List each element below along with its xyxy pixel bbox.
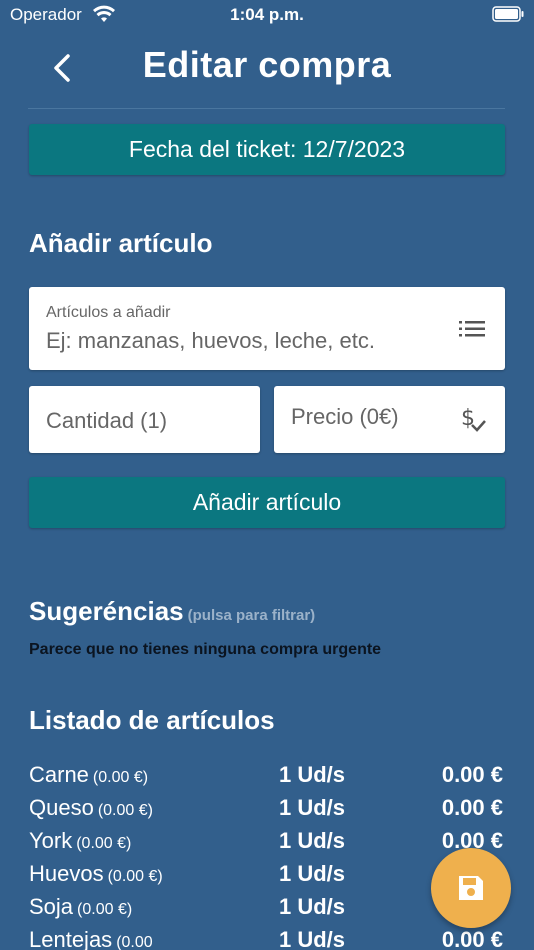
- item-name-text: Queso: [29, 795, 94, 820]
- item-total: 0.00 €: [441, 927, 503, 950]
- item-name: Queso (0.00 €): [29, 795, 153, 821]
- battery-icon: [492, 6, 524, 27]
- item-name: Carne (0.00 €): [29, 762, 148, 788]
- save-button[interactable]: [431, 848, 511, 928]
- list-item[interactable]: Carne (0.00 €) 1 Ud/s 0.00 €: [29, 758, 505, 791]
- items-input-placeholder: Ej: manzanas, huevos, leche, etc.: [46, 328, 375, 353]
- dollar-check-icon: $: [459, 403, 487, 440]
- item-unit-price: (0.00 €): [76, 835, 132, 852]
- items-input-label: Artículos a añadir: [46, 304, 171, 321]
- suggestions-title-text: Sugeréncias: [29, 596, 184, 626]
- ticket-date-button[interactable]: Fecha del ticket: 12/7/2023: [29, 124, 505, 175]
- item-quantity: 1 Ud/s: [279, 927, 346, 950]
- item-name: Soja (0.00 €): [29, 894, 132, 920]
- clock: 1:04 p.m.: [230, 5, 304, 24]
- item-unit-price: (0.00 €): [97, 802, 153, 819]
- item-list: Carne (0.00 €) 1 Ud/s 0.00 € Queso (0.00 €) 1 …: [29, 758, 505, 950]
- suggestions-empty-message: Parece que no tienes ninguna compra urge…: [29, 641, 382, 658]
- item-unit-price: (0.00: [116, 934, 153, 950]
- item-total: 0.00 €: [441, 795, 503, 820]
- item-quantity: 1 Ud/s: [279, 861, 346, 886]
- page-title: Editar compra: [142, 44, 392, 85]
- item-quantity: 1 Ud/s: [279, 828, 346, 853]
- add-item-button[interactable]: Añadir artículo: [29, 477, 505, 528]
- item-total: 0.00 €: [441, 762, 503, 787]
- list-item[interactable]: Lentejas (0.00 1 Ud/s 0.00 €: [29, 923, 505, 950]
- quantity-placeholder: Cantidad (1): [46, 408, 168, 433]
- item-name-text: Lentejas: [29, 927, 113, 950]
- price-placeholder: Precio (0€): [291, 404, 399, 429]
- item-name-text: Huevos: [29, 861, 104, 886]
- quantity-input[interactable]: Cantidad (1): [29, 386, 260, 453]
- item-name-text: Soja: [29, 894, 74, 919]
- divider: [28, 108, 505, 109]
- add-section-title: Añadir artículo: [29, 228, 213, 258]
- price-input[interactable]: Precio (0€) $: [274, 386, 505, 453]
- nav-bar: Editar compra: [0, 36, 534, 106]
- suggestions-title: Sugeréncias (pulsa para filtrar): [29, 596, 315, 627]
- item-unit-price: (0.00 €): [107, 868, 163, 885]
- item-quantity: 1 Ud/s: [279, 762, 346, 787]
- item-unit-price: (0.00 €): [92, 769, 149, 786]
- item-name-text: Carne: [29, 762, 89, 787]
- floppy-disk-icon: [459, 876, 483, 900]
- item-name: Lentejas (0.00: [29, 927, 153, 950]
- list-icon[interactable]: [459, 320, 485, 343]
- item-name: York (0.00 €): [29, 828, 131, 854]
- item-name: Huevos (0.00 €): [29, 861, 163, 887]
- list-item[interactable]: Queso (0.00 €) 1 Ud/s 0.00 €: [29, 791, 505, 824]
- list-item[interactable]: York (0.00 €) 1 Ud/s 0.00 €: [29, 824, 505, 857]
- status-bar: Operador 1:04 p.m.: [0, 0, 534, 30]
- suggestions-hint: (pulsa para filtrar): [187, 607, 316, 624]
- item-quantity: 1 Ud/s: [279, 894, 346, 919]
- item-name-text: York: [29, 828, 73, 853]
- item-unit-price: (0.00 €): [77, 901, 133, 918]
- items-input[interactable]: Artículos a añadir Ej: manzanas, huevos,…: [29, 287, 505, 370]
- item-quantity: 1 Ud/s: [279, 795, 346, 820]
- list-title: Listado de artículos: [29, 705, 275, 735]
